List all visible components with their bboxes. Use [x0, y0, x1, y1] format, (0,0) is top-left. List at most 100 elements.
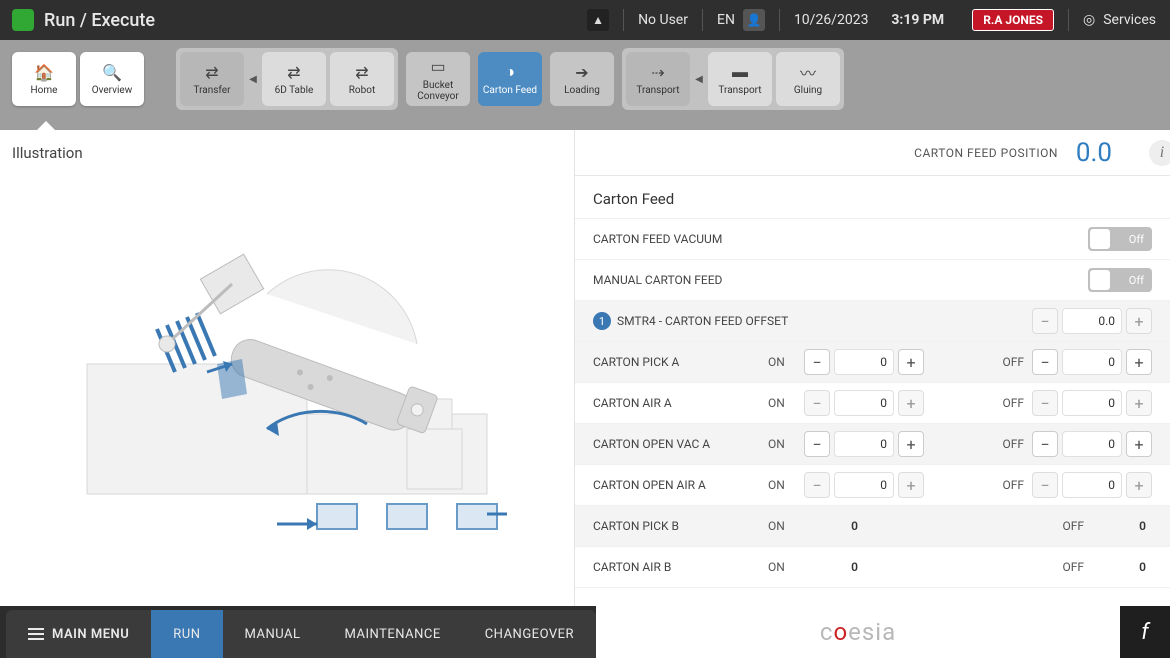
pick-a-on-minus[interactable]: −	[804, 349, 830, 375]
pick-a-off-minus[interactable]: −	[1032, 349, 1058, 375]
offset-value[interactable]: 0.0	[1062, 308, 1122, 334]
row-manual-carton-feed: MANUAL CARTON FEED Off	[575, 260, 1170, 301]
air-b-on-value: 0	[804, 554, 864, 580]
toggle-vacuum[interactable]: Off	[1088, 227, 1152, 251]
nav-loading[interactable]: ➔ Loading	[550, 52, 614, 106]
toggle-manual[interactable]: Off	[1088, 268, 1152, 292]
open-vac-a-off-value[interactable]: 0	[1062, 431, 1122, 457]
illustration-title: Illustration	[12, 144, 562, 162]
row-carton-pick-b: CARTON PICK B ON 0 OFF 0	[575, 506, 1170, 547]
chevron-left-icon: ◀	[694, 52, 704, 106]
tab-changeover[interactable]: CHANGEOVER	[463, 610, 596, 658]
position-header: CARTON FEED POSITION 0.0	[575, 130, 1170, 176]
open-air-a-on-plus[interactable]: +	[898, 472, 924, 498]
footer-logo-area: coesia	[596, 606, 1120, 658]
language-selector[interactable]: EN 👤	[703, 0, 779, 40]
offset-plus[interactable]: +	[1126, 308, 1152, 334]
row-carton-air-a: CARTON AIR A ON − 0 + OFF − 0 +	[575, 383, 1170, 424]
datetime: 10/26/2023 3:19 PM	[780, 0, 958, 40]
pick-b-off-value: 0	[1092, 513, 1152, 539]
tab-maintenance[interactable]: MAINTENANCE	[323, 610, 463, 658]
carton-feed-icon: ◑	[499, 62, 521, 82]
parameters-panel: CARTON FEED POSITION 0.0 i Carton Feed C…	[575, 130, 1170, 606]
home-icon: 🏠	[33, 62, 55, 82]
air-a-off-minus[interactable]: −	[1032, 390, 1058, 416]
table-icon: ⇄	[283, 62, 305, 82]
offset-badge: 1	[593, 312, 611, 330]
row-carton-air-b: CARTON AIR B ON 0 OFF 0	[575, 547, 1170, 588]
open-vac-a-on-value[interactable]: 0	[834, 431, 894, 457]
nav-6d-table[interactable]: ⇄ 6D Table	[262, 52, 326, 106]
nav-carton-feed[interactable]: ◑ Carton Feed	[478, 52, 542, 106]
air-a-on-plus[interactable]: +	[898, 390, 924, 416]
position-label: CARTON FEED POSITION	[914, 146, 1058, 160]
air-a-on-value[interactable]: 0	[834, 390, 894, 416]
nav-ribbon: 🏠 Home 🔍 Overview ⇄ Transfer ◀ ⇄ 6D Tabl…	[0, 40, 1170, 118]
row-carton-pick-a: CARTON PICK A ON − 0 + OFF − 0 +	[575, 342, 1170, 383]
main-menu-button[interactable]: MAIN MENU	[6, 610, 151, 658]
user-icon: 👤	[743, 9, 765, 31]
bottom-bar: MAIN MENU RUN MANUAL MAINTENANCE CHANGEO…	[0, 606, 1170, 658]
hamburger-icon	[28, 628, 44, 640]
transport-icon: ▬	[729, 62, 751, 82]
transfer-icon: ⇄	[201, 62, 223, 82]
offset-minus[interactable]: −	[1032, 308, 1058, 334]
services-button[interactable]: ◎ Services	[1069, 0, 1170, 40]
section-title: Carton Feed	[575, 176, 1170, 219]
row-carton-feed-vacuum: CARTON FEED VACUUM Off	[575, 219, 1170, 260]
brand-badge: R.A JONES	[958, 0, 1068, 40]
nav-transfer[interactable]: ⇄ Transfer	[180, 52, 244, 106]
position-value: 0.0	[1076, 138, 1112, 168]
robot-icon: ⇄	[351, 62, 373, 82]
nav-bucket-conveyor[interactable]: ▭ Bucket Conveyor	[406, 52, 470, 106]
pick-a-off-plus[interactable]: +	[1126, 349, 1152, 375]
nav-transport[interactable]: ▬ Transport	[708, 52, 772, 106]
open-vac-a-off-plus[interactable]: +	[1126, 431, 1152, 457]
nav-home[interactable]: 🏠 Home	[12, 52, 76, 106]
parameter-rows: CARTON FEED VACUUM Off MANUAL CARTON FEE…	[575, 219, 1170, 605]
illustration-panel: Illustration	[0, 130, 575, 606]
open-air-a-on-value[interactable]: 0	[834, 472, 894, 498]
open-air-a-off-plus[interactable]: +	[1126, 472, 1152, 498]
warning-icon: ▲	[587, 9, 609, 31]
nav-gluing[interactable]: 〰 Gluing	[776, 52, 840, 106]
stepper-offset: − 0.0 +	[1032, 308, 1152, 334]
pick-a-on-plus[interactable]: +	[898, 349, 924, 375]
nav-overview[interactable]: 🔍 Overview	[80, 52, 144, 106]
air-a-off-plus[interactable]: +	[1126, 390, 1152, 416]
content-area: Illustration	[0, 130, 1170, 606]
machine-illustration	[67, 214, 507, 544]
pick-a-on-value[interactable]: 0	[834, 349, 894, 375]
air-a-off-value[interactable]: 0	[1062, 390, 1122, 416]
air-b-off-value: 0	[1092, 554, 1152, 580]
row-offset: 1 SMTR4 - CARTON FEED OFFSET − 0.0 +	[575, 301, 1170, 342]
row-carton-open-vac-a: CARTON OPEN VAC A ON − 0 + OFF − 0 +	[575, 424, 1170, 465]
open-vac-a-off-minus[interactable]: −	[1032, 431, 1058, 457]
user-label[interactable]: No User	[624, 0, 702, 40]
open-vac-a-on-minus[interactable]: −	[804, 431, 830, 457]
transport-group-icon: ⇢	[647, 62, 669, 82]
open-air-a-on-minus[interactable]: −	[804, 472, 830, 498]
tab-manual[interactable]: MANUAL	[223, 610, 323, 658]
loading-icon: ➔	[571, 62, 593, 82]
open-vac-a-on-plus[interactable]: +	[898, 431, 924, 457]
alert-button[interactable]: ▲	[573, 0, 623, 40]
open-air-a-off-minus[interactable]: −	[1032, 472, 1058, 498]
open-air-a-off-value[interactable]: 0	[1062, 472, 1122, 498]
air-a-on-minus[interactable]: −	[804, 390, 830, 416]
nav-robot[interactable]: ⇄ Robot	[330, 52, 394, 106]
pick-a-off-value[interactable]: 0	[1062, 349, 1122, 375]
coesia-logo: coesia	[820, 618, 896, 647]
tab-run[interactable]: RUN	[151, 610, 222, 658]
gluing-icon: 〰	[797, 62, 819, 82]
info-button[interactable]: i	[1149, 140, 1170, 166]
row-carton-open-air-a: CARTON OPEN AIR A ON − 0 + OFF − 0 +	[575, 465, 1170, 506]
overview-icon: 🔍	[101, 62, 123, 82]
pick-b-on-value: 0	[804, 513, 864, 539]
nav-transport-group[interactable]: ⇢ Transport	[626, 52, 690, 106]
chevron-left-icon: ◀	[248, 52, 258, 106]
services-icon: ◎	[1083, 12, 1095, 28]
conveyor-icon: ▭	[427, 57, 449, 77]
page-title: Run / Execute	[44, 10, 155, 31]
function-button[interactable]: f	[1120, 606, 1170, 658]
